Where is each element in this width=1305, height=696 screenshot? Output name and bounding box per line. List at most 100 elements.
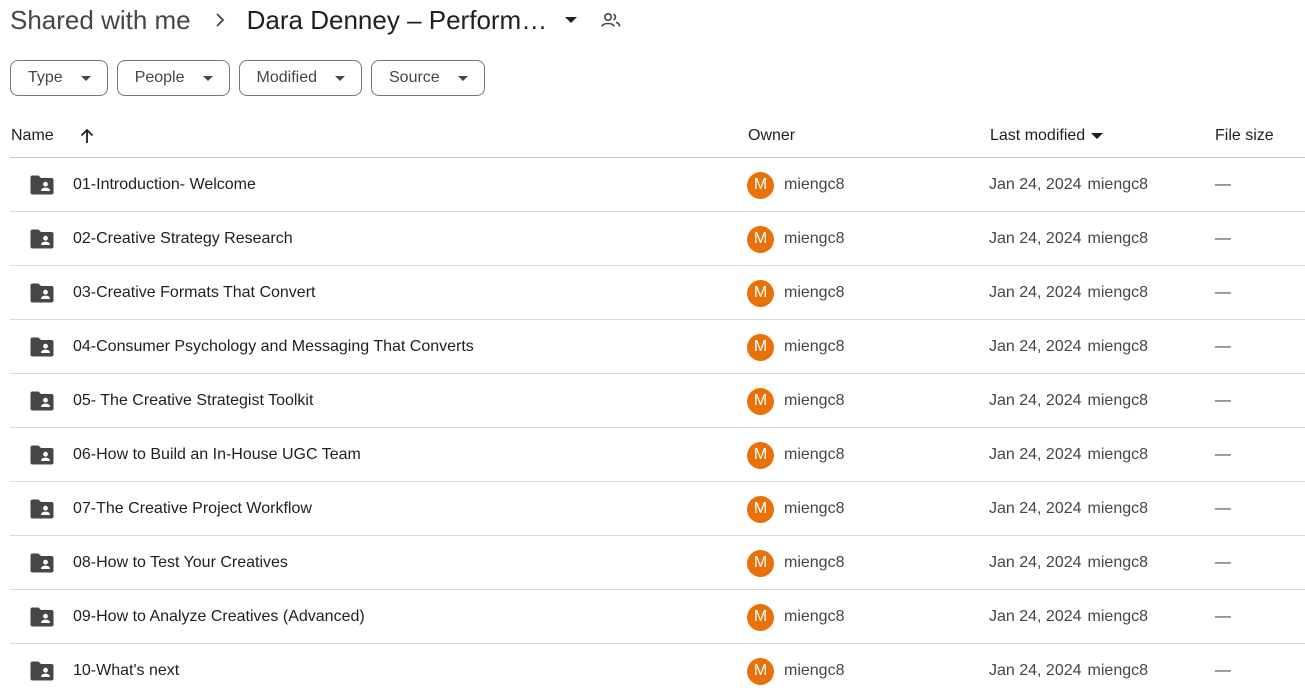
filter-people-label: People (134, 69, 185, 86)
avatar: M (747, 603, 774, 631)
owner-cell: M miengc8 (747, 590, 844, 644)
modified-by: miengc8 (1087, 662, 1149, 679)
filter-source-chip[interactable]: Source (371, 60, 485, 96)
table-row[interactable]: 04-Consumer Psychology and Messaging Tha… (10, 320, 1305, 374)
owner-name: miengc8 (784, 554, 845, 571)
filter-modified-chip[interactable]: Modified (238, 60, 362, 96)
file-size: — (1215, 608, 1231, 625)
modified-date: Jan 24, 2024 (989, 554, 1082, 571)
file-size: — (1215, 662, 1231, 679)
file-name: 06-How to Build an In-House UGC Team (73, 446, 361, 463)
shared-folder-icon (30, 374, 54, 428)
table-row[interactable]: 08-How to Test Your Creatives M miengc8 … (10, 536, 1305, 590)
filter-people-chip[interactable]: People (116, 60, 230, 96)
avatar: M (747, 225, 774, 253)
avatar: M (747, 657, 774, 685)
last-modified-cell: Jan 24, 2024 miengc8 (989, 212, 1148, 266)
avatar: M (747, 387, 774, 415)
file-size: — (1215, 176, 1231, 193)
column-header-file-size[interactable]: File size (1215, 114, 1274, 158)
column-header-name[interactable]: Name (11, 114, 54, 158)
owner-cell: M miengc8 (747, 374, 844, 428)
last-modified-cell: Jan 24, 2024 miengc8 (989, 482, 1148, 536)
arrow-up-icon[interactable] (80, 114, 94, 158)
owner-name: miengc8 (784, 230, 845, 247)
filter-type-label: Type (28, 69, 63, 86)
modified-by: miengc8 (1087, 500, 1149, 517)
caret-down-icon (335, 75, 345, 81)
shared-folder-icon (30, 266, 54, 320)
table-row[interactable]: 02-Creative Strategy Research M miengc8 … (10, 212, 1305, 266)
modified-date: Jan 24, 2024 (989, 284, 1082, 301)
last-modified-cell: Jan 24, 2024 miengc8 (989, 428, 1148, 482)
column-header-last-modified-label: Last modified (990, 127, 1086, 144)
shared-folder-icon (30, 536, 54, 590)
filter-source-label: Source (389, 69, 440, 86)
owner-cell: M miengc8 (747, 158, 844, 212)
owner-cell: M miengc8 (747, 428, 844, 482)
owner-name: miengc8 (784, 662, 845, 679)
file-list: Name Owner Last modified File size 01-In… (0, 114, 1305, 696)
modified-by: miengc8 (1087, 554, 1149, 571)
owner-name: miengc8 (784, 608, 845, 625)
column-header-last-modified[interactable]: Last modified (990, 114, 1104, 158)
file-name: 09-How to Analyze Creatives (Advanced) (73, 608, 365, 625)
avatar: M (747, 495, 774, 523)
table-row[interactable]: 03-Creative Formats That Convert M mieng… (10, 266, 1305, 320)
table-row[interactable]: 05- The Creative Strategist Toolkit M mi… (10, 374, 1305, 428)
modified-date: Jan 24, 2024 (989, 230, 1082, 247)
file-name: 03-Creative Formats That Convert (73, 284, 316, 301)
owner-name: miengc8 (784, 500, 845, 517)
table-row[interactable]: 10-What's next M miengc8 Jan 24, 2024 mi… (10, 644, 1305, 696)
file-size: — (1215, 554, 1231, 571)
table-row[interactable]: 09-How to Analyze Creatives (Advanced) M… (10, 590, 1305, 644)
column-header-owner[interactable]: Owner (748, 114, 795, 158)
file-name: 05- The Creative Strategist Toolkit (73, 392, 314, 409)
owner-name: miengc8 (784, 338, 845, 355)
file-name: 08-How to Test Your Creatives (73, 554, 288, 571)
owner-name: miengc8 (784, 392, 845, 409)
shared-folder-icon (30, 158, 54, 212)
last-modified-cell: Jan 24, 2024 miengc8 (989, 590, 1148, 644)
shared-folder-icon (30, 320, 54, 374)
owner-cell: M miengc8 (747, 644, 844, 696)
shared-folder-icon (30, 428, 54, 482)
modified-date: Jan 24, 2024 (989, 662, 1082, 679)
owner-cell: M miengc8 (747, 536, 844, 590)
table-row[interactable]: 07-The Creative Project Workflow M mieng… (10, 482, 1305, 536)
breadcrumb-current-folder[interactable]: Dara Denney – Perform… (247, 5, 578, 36)
file-name: 10-What's next (73, 662, 180, 679)
file-name: 04-Consumer Psychology and Messaging Tha… (73, 338, 474, 355)
file-size: — (1215, 230, 1231, 247)
file-size: — (1215, 392, 1231, 409)
filter-modified-label: Modified (256, 69, 317, 86)
modified-by: miengc8 (1087, 392, 1149, 409)
filter-type-chip[interactable]: Type (10, 60, 108, 96)
file-size: — (1215, 500, 1231, 517)
caret-down-icon (457, 75, 468, 81)
avatar: M (747, 171, 774, 199)
modified-by: miengc8 (1087, 338, 1149, 355)
breadcrumb-shared-with-me[interactable]: Shared with me (10, 5, 191, 36)
owner-name: miengc8 (784, 446, 845, 463)
owner-cell: M miengc8 (747, 212, 844, 266)
owner-name: miengc8 (784, 284, 845, 301)
file-size: — (1215, 446, 1231, 463)
shared-folder-icon (30, 644, 54, 696)
modified-date: Jan 24, 2024 (989, 176, 1082, 193)
avatar: M (747, 333, 774, 361)
people-icon[interactable] (601, 12, 621, 28)
last-modified-cell: Jan 24, 2024 miengc8 (989, 374, 1148, 428)
owner-cell: M miengc8 (747, 320, 844, 374)
breadcrumb: Shared with me Dara Denney – Perform… (10, 0, 621, 40)
last-modified-cell: Jan 24, 2024 miengc8 (989, 266, 1148, 320)
last-modified-cell: Jan 24, 2024 miengc8 (989, 644, 1148, 696)
modified-date: Jan 24, 2024 (989, 608, 1082, 625)
last-modified-cell: Jan 24, 2024 miengc8 (989, 320, 1148, 374)
avatar: M (747, 279, 774, 307)
caret-down-icon (202, 75, 213, 81)
modified-by: miengc8 (1087, 230, 1149, 247)
table-row[interactable]: 01-Introduction- Welcome M miengc8 Jan 2… (10, 158, 1305, 212)
table-row[interactable]: 06-How to Build an In-House UGC Team M m… (10, 428, 1305, 482)
avatar: M (747, 441, 774, 469)
